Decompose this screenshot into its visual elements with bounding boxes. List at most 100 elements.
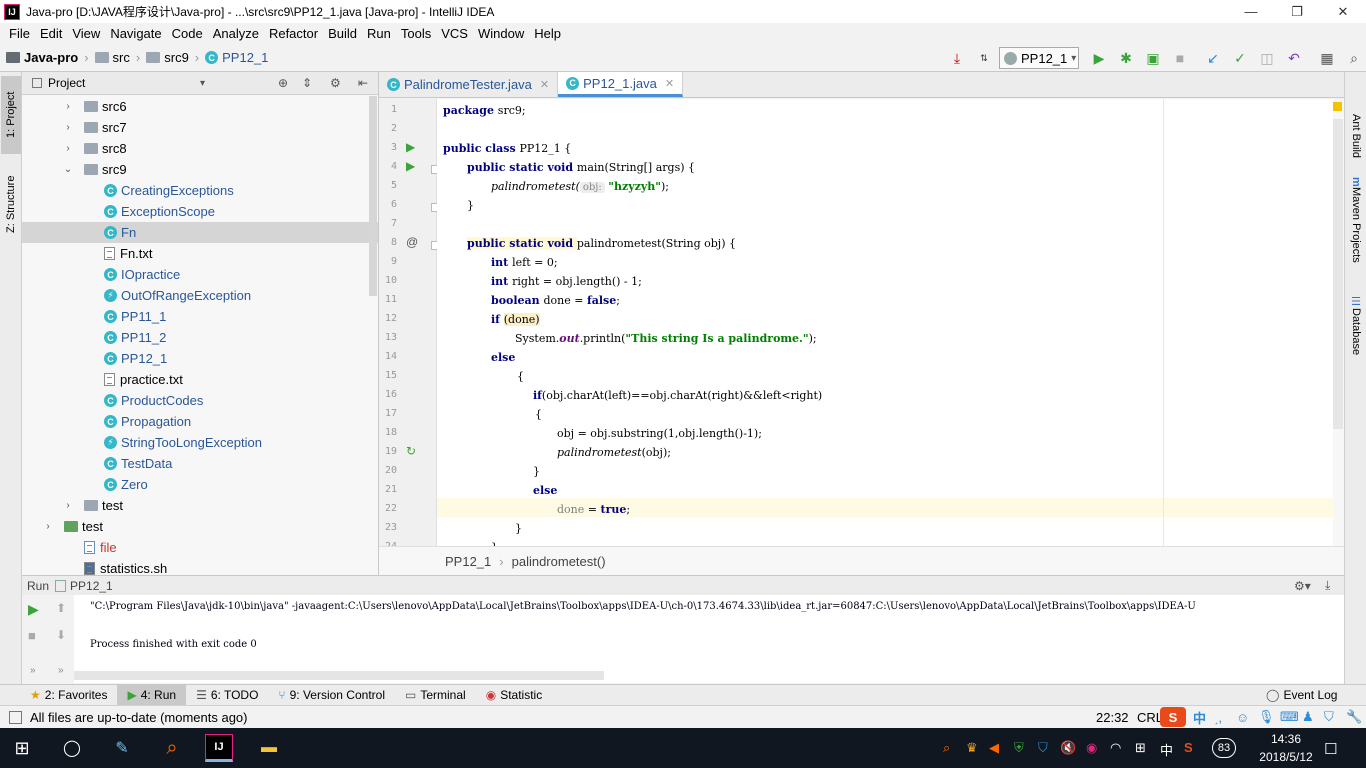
- defender-icon[interactable]: ⛉: [1038, 740, 1048, 756]
- chevron-down-icon[interactable]: ⌄: [62, 164, 74, 175]
- notification-icon[interactable]: ☐: [1324, 740, 1337, 758]
- menu-analyze[interactable]: Analyze: [208, 26, 264, 41]
- tree-scrollbar[interactable]: [369, 96, 377, 296]
- tab-database[interactable]: ☰ Database: [1346, 290, 1366, 360]
- run-gutter-icon[interactable]: ▶: [406, 140, 415, 154]
- coverage-icon[interactable]: ▣: [1143, 48, 1163, 68]
- tab-favorites[interactable]: ★ 2: Favorites: [20, 685, 117, 706]
- chevron-right-icon[interactable]: ›: [62, 101, 74, 112]
- chevron-right-icon[interactable]: ›: [62, 143, 74, 154]
- gear-icon[interactable]: ⚙▾: [1294, 579, 1311, 593]
- status-toggle-icon[interactable]: [9, 710, 22, 724]
- project-structure-icon[interactable]: ▦: [1317, 48, 1337, 68]
- hide-panel-icon[interactable]: ⤓: [1325, 578, 1330, 593]
- input-language[interactable]: 中: [1160, 740, 1173, 759]
- security-shield-icon[interactable]: ⛨: [1014, 740, 1024, 756]
- minimize-button[interactable]: —: [1228, 0, 1274, 23]
- tree-item[interactable]: C PP12_1: [22, 348, 378, 369]
- tree-item[interactable]: C Fn: [22, 222, 378, 243]
- run-gutter-icon[interactable]: ▶: [406, 159, 415, 173]
- search-icon[interactable]: ◯: [58, 734, 86, 762]
- run-icon[interactable]: ▶: [1089, 48, 1109, 68]
- binary-sort-icon[interactable]: ⇅: [974, 48, 994, 68]
- tree-item[interactable]: C TestData: [22, 453, 378, 474]
- tab-ant-build[interactable]: Ant Build: [1346, 96, 1366, 176]
- menu-refactor[interactable]: Refactor: [264, 26, 323, 41]
- windows-start-icon[interactable]: ⊞: [8, 734, 36, 762]
- menu-code[interactable]: Code: [167, 26, 208, 41]
- tab-pp12-1[interactable]: C PP12_1.java ✕: [558, 72, 684, 97]
- compare-icon[interactable]: ◫: [1257, 48, 1277, 68]
- gear-icon[interactable]: ⚙: [330, 76, 341, 90]
- emoji-icon[interactable]: ☺: [1236, 710, 1249, 725]
- locate-icon[interactable]: ⊕: [278, 76, 288, 90]
- tab-version-control[interactable]: ⑂ 9: Version Control: [268, 685, 395, 706]
- menu-vcs[interactable]: VCS: [436, 26, 473, 41]
- tree-item[interactable]: C Zero: [22, 474, 378, 495]
- tab-run[interactable]: ▶ 4: Run: [117, 684, 187, 706]
- shirt-icon[interactable]: ⛉: [1324, 709, 1334, 725]
- microphone-icon[interactable]: 🎙: [1258, 709, 1275, 725]
- scrollbar-thumb[interactable]: [1333, 119, 1343, 429]
- search-icon[interactable]: ⌕: [1344, 48, 1364, 68]
- tree-item[interactable]: ⌄ src9: [22, 159, 378, 180]
- sogou-tray-icon[interactable]: S: [1184, 740, 1193, 755]
- ime-mode[interactable]: 中: [1193, 708, 1206, 727]
- run-panel-config[interactable]: PP12_1: [70, 579, 113, 593]
- tree-item[interactable]: C ExceptionScope: [22, 201, 378, 222]
- run-console[interactable]: "C:\Program Files\Java\jdk-10\bin\java" …: [74, 595, 1344, 683]
- battery-badge[interactable]: 83: [1212, 738, 1236, 758]
- network-icon[interactable]: ⊞: [1135, 740, 1146, 756]
- crumb-src[interactable]: src ›: [94, 50, 140, 65]
- chevron-right-icon[interactable]: ›: [62, 500, 74, 511]
- stop-icon[interactable]: ■: [28, 628, 36, 643]
- wifi-icon[interactable]: ◠: [1110, 740, 1121, 756]
- speaker-app-icon[interactable]: ◀: [989, 740, 999, 756]
- menu-help[interactable]: Help: [529, 26, 566, 41]
- chevron-down-icon[interactable]: ▾: [200, 78, 205, 89]
- download-arrow-icon[interactable]: ⤓: [947, 48, 967, 68]
- close-icon[interactable]: ✕: [540, 78, 549, 91]
- intellij-taskbar-icon[interactable]: IJ: [205, 734, 233, 762]
- tree-item[interactable]: Fn.txt: [22, 243, 378, 264]
- tree-item[interactable]: › test: [22, 495, 378, 516]
- horizontal-scrollbar[interactable]: [74, 671, 604, 680]
- caret-position[interactable]: 22:32: [1096, 710, 1129, 725]
- collapse-all-icon[interactable]: ⇕: [302, 76, 312, 90]
- tab-structure[interactable]: Z: Structure: [1, 164, 21, 244]
- code-editor[interactable]: package src9; public class PP12_1 { publ…: [437, 99, 1333, 546]
- vcs-commit-icon[interactable]: ✓: [1230, 48, 1250, 68]
- close-icon[interactable]: ✕: [665, 77, 674, 90]
- menu-view[interactable]: View: [67, 26, 105, 41]
- more-icon[interactable]: »: [30, 665, 36, 676]
- menu-file[interactable]: File: [4, 26, 35, 41]
- status-message[interactable]: All files are up-to-date (moments ago): [30, 710, 247, 725]
- tree-item[interactable]: › src7: [22, 117, 378, 138]
- close-button[interactable]: ✕: [1320, 0, 1366, 23]
- crumb-class[interactable]: C PP12_1: [205, 50, 268, 65]
- run-config-select[interactable]: PP12_1 ▾: [999, 47, 1079, 69]
- debug-icon[interactable]: ✱: [1116, 48, 1136, 68]
- chevron-right-icon[interactable]: ›: [42, 521, 54, 532]
- chevron-right-icon[interactable]: ›: [62, 122, 74, 133]
- tree-item[interactable]: C Propagation: [22, 411, 378, 432]
- breadcrumb-class[interactable]: PP12_1: [445, 554, 491, 569]
- restore-button[interactable]: ❐: [1274, 0, 1320, 23]
- rerun-icon[interactable]: ▶: [28, 601, 39, 618]
- stop-icon[interactable]: ■: [1170, 48, 1190, 68]
- menu-build[interactable]: Build: [323, 26, 362, 41]
- tree-item[interactable]: C PP11_2: [22, 327, 378, 348]
- tree-item[interactable]: C ProductCodes: [22, 390, 378, 411]
- sogou-ime-icon[interactable]: S: [1160, 707, 1186, 727]
- hide-panel-icon[interactable]: ⇤: [358, 76, 368, 90]
- clock-date[interactable]: 2018/5/12: [1248, 750, 1324, 764]
- paint-icon[interactable]: ✎: [108, 734, 136, 762]
- tab-terminal[interactable]: ▭ Terminal: [395, 685, 476, 706]
- tab-palindrome-tester[interactable]: C PalindromeTester.java ✕: [379, 72, 559, 97]
- qq-icon[interactable]: ♛: [966, 740, 978, 756]
- scroll-down-icon[interactable]: ⬇: [56, 628, 66, 642]
- more-icon[interactable]: »: [58, 665, 64, 676]
- tree-item[interactable]: › src8: [22, 138, 378, 159]
- search-app-icon[interactable]: ⌕: [158, 734, 186, 762]
- recursion-gutter-icon[interactable]: ↻: [406, 444, 416, 458]
